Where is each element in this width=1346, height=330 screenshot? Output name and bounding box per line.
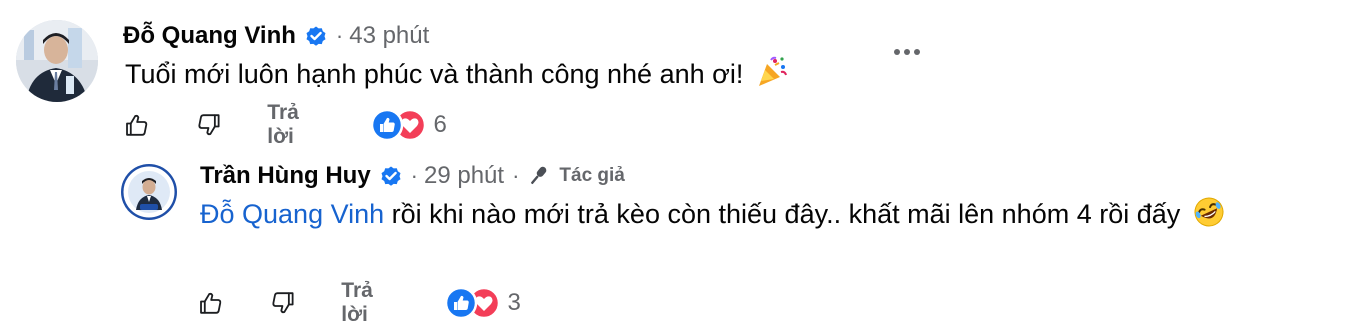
like-love-reactions-icon (370, 108, 426, 142)
author-badge: Tác giả (525, 163, 625, 189)
comment-header: Trần Hùng Huy · 29 phút · Tác giả (200, 160, 625, 192)
avatar[interactable] (121, 164, 177, 220)
author-badge-label: Tác giả (559, 165, 625, 186)
reactions-summary[interactable]: 3 (444, 286, 521, 320)
like-love-reactions-icon (444, 286, 500, 320)
reaction-count: 3 (507, 289, 521, 316)
reaction-count: 6 (433, 111, 447, 138)
comment-body: Tuổi mới luôn hạnh phúc và thành công nh… (125, 54, 885, 94)
comment-actions: Trả lời 3 (198, 279, 521, 326)
separator-dot: · (410, 163, 418, 188)
reply-button[interactable]: Trả lời (341, 279, 389, 327)
verified-badge-icon (306, 26, 326, 46)
rolling-laughing-emoji-icon (1194, 197, 1224, 227)
avatar-photo-icon (121, 164, 177, 220)
comment-time[interactable]: 29 phút (424, 162, 504, 190)
dislike-button-icon[interactable] (196, 108, 222, 142)
more-options-icon[interactable] (892, 42, 922, 62)
like-button-icon[interactable] (124, 108, 150, 142)
like-button-icon[interactable] (198, 286, 224, 320)
author-name[interactable]: Đỗ Quang Vinh (123, 22, 296, 50)
comment-body: Đỗ Quang Vinh rồi khi nào mới trả kèo cò… (200, 194, 1280, 234)
reply-button[interactable]: Trả lời (267, 101, 315, 149)
comment-text: rồi khi nào mới trả kèo còn thiếu đây.. … (391, 199, 1181, 229)
verified-badge-icon (381, 166, 401, 186)
author-name[interactable]: Trần Hùng Huy (200, 162, 371, 190)
mention-link[interactable]: Đỗ Quang Vinh (200, 199, 384, 229)
comment-actions: Trả lời 6 (124, 101, 447, 148)
separator-dot: · (335, 23, 344, 48)
dislike-button-icon[interactable] (270, 286, 296, 320)
comment-header: Đỗ Quang Vinh · 43 phút (123, 20, 429, 52)
avatar-photo-icon (16, 20, 98, 102)
microphone-icon (531, 166, 547, 185)
party-popper-emoji-icon (758, 56, 787, 86)
avatar[interactable] (16, 20, 98, 102)
separator-dot: · (512, 163, 520, 188)
comment-text: Tuổi mới luôn hạnh phúc và thành công nh… (125, 59, 744, 89)
comment-time[interactable]: 43 phút (349, 22, 429, 50)
reactions-summary[interactable]: 6 (370, 108, 447, 142)
